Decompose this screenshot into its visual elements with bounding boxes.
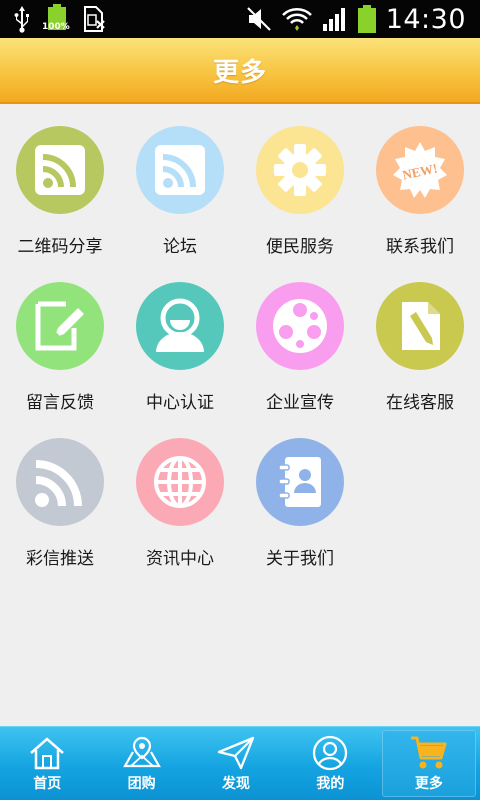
- user-circle-icon-wrap: [312, 735, 348, 771]
- battery-full-icon: 100%: [42, 4, 70, 34]
- nav-item-more[interactable]: 更多: [381, 730, 477, 797]
- mute-icon: [246, 7, 271, 31]
- grid-item-forum[interactable]: 论坛: [120, 104, 240, 260]
- user-circle-icon: [313, 735, 348, 771]
- status-bar-right: 14:30: [246, 0, 466, 38]
- bottom-nav: 首页 团购 发现 我的 更多: [0, 726, 480, 800]
- home-icon-wrap: [29, 735, 65, 771]
- rss-icon: [35, 145, 85, 195]
- grid-item-contact-us[interactable]: NEW! 联系我们: [360, 104, 480, 260]
- grid-item-label: 论坛: [163, 237, 197, 257]
- circle-forum: [136, 126, 224, 214]
- contact-book-icon: [278, 457, 321, 507]
- grid-item-label: 彩信推送: [26, 549, 94, 569]
- grid-item-enterprise-promotion[interactable]: 企业宣传: [240, 260, 360, 416]
- status-bar: 100% 14:30: [0, 0, 480, 38]
- grid-item-label: 关于我们: [266, 549, 334, 569]
- nav-label: 发现: [222, 776, 251, 792]
- grid-item-about-us[interactable]: 关于我们: [240, 416, 360, 572]
- nav-label: 团购: [127, 776, 156, 792]
- map-location-icon-wrap: [122, 735, 161, 771]
- grid-item-label: 二维码分享: [17, 237, 103, 257]
- rss-icon: [35, 460, 82, 507]
- grid-item-center-certification[interactable]: 中心认证: [120, 260, 240, 416]
- map-location-icon: [122, 736, 161, 768]
- nav-item-home[interactable]: 首页: [0, 727, 94, 800]
- grid-item-qrcode-share[interactable]: 二维码分享: [0, 104, 120, 260]
- nav-item-mine[interactable]: 我的: [283, 727, 377, 800]
- circle-convenience-service: [256, 126, 344, 214]
- status-bar-left: 100%: [12, 4, 106, 34]
- grid-item-online-service[interactable]: 在线客服: [360, 260, 480, 416]
- circle-feedback: [16, 282, 104, 370]
- page-header: 更多: [0, 38, 480, 104]
- grid-item-label: 中心认证: [146, 393, 214, 413]
- grid-item-label: 便民服务: [266, 237, 334, 257]
- user-icon: [156, 298, 204, 352]
- circle-center-certification: [136, 282, 224, 370]
- grid-item-label: 在线客服: [386, 393, 454, 413]
- nav-label: 首页: [33, 776, 62, 792]
- nav-label: 我的: [316, 776, 345, 792]
- nav-item-group-buy[interactable]: 团购: [94, 727, 188, 800]
- new-badge-icon: NEW!: [393, 142, 447, 198]
- shopping-cart-icon-wrap: [409, 735, 449, 771]
- globe-icon: [154, 456, 206, 508]
- circle-online-service: [376, 282, 464, 370]
- grid-item-mms-push[interactable]: 彩信推送: [0, 416, 120, 572]
- circle-qrcode-share: [16, 126, 104, 214]
- film-reel-icon: [273, 299, 327, 353]
- status-time: 14:30: [385, 3, 466, 35]
- page-title: 更多: [212, 57, 267, 88]
- document-pencil-icon: [402, 302, 440, 350]
- wifi-icon: [281, 8, 312, 31]
- circle-contact-us: NEW!: [376, 126, 464, 214]
- circle-enterprise-promotion: [256, 282, 344, 370]
- grid-item-convenience-service[interactable]: 便民服务: [240, 104, 360, 260]
- signal-icon: [322, 8, 345, 31]
- grid-item-label: 企业宣传: [266, 393, 334, 413]
- battery-icon: [357, 5, 376, 33]
- rss-icon: [155, 145, 205, 195]
- pencil-edit-icon: [35, 301, 84, 351]
- grid-item-label: 资讯中心: [146, 549, 214, 569]
- sim-card-icon: [84, 6, 105, 32]
- paper-plane-icon-wrap: [217, 735, 255, 771]
- shopping-cart-icon: [410, 736, 447, 769]
- grid-item-feedback[interactable]: 留言反馈: [0, 260, 120, 416]
- circle-news-center: [136, 438, 224, 526]
- grid-item-label: 联系我们: [386, 237, 454, 257]
- nav-label: 更多: [414, 776, 443, 792]
- gear-icon: [274, 144, 326, 196]
- battery-percent: 100%: [42, 22, 70, 32]
- circle-about-us: [256, 438, 344, 526]
- home-icon: [30, 737, 65, 770]
- paper-plane-icon: [217, 736, 255, 770]
- usb-icon: [14, 6, 29, 33]
- nav-item-discover[interactable]: 发现: [189, 727, 283, 800]
- grid-item-news-center[interactable]: 资讯中心: [120, 416, 240, 572]
- circle-mms-push: [16, 438, 104, 526]
- grid-item-label: 留言反馈: [26, 393, 94, 413]
